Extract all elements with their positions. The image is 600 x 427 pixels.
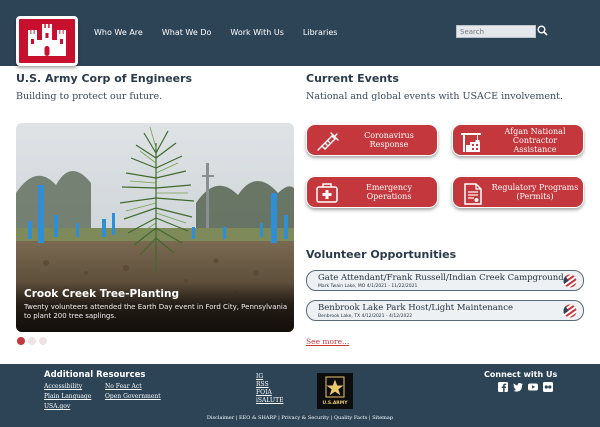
- site-footer: Additional Resources Accessibility Plain…: [0, 364, 600, 427]
- footer-link-accessibility[interactable]: Accessibility: [44, 383, 82, 390]
- permit-document-icon: [464, 183, 482, 205]
- events-tagline: National and global events with USACE in…: [306, 91, 563, 102]
- footer-link-usa-gov[interactable]: USA.gov: [44, 403, 70, 410]
- footer-link-ig[interactable]: IG: [256, 373, 263, 380]
- carousel-dot-2[interactable]: [28, 337, 36, 345]
- event-label: Regulatory Programs (Permits): [491, 183, 579, 201]
- flickr-icon[interactable]: [543, 382, 553, 392]
- see-more-link[interactable]: See more...: [306, 337, 349, 346]
- hero-carousel[interactable]: Crook Creek Tree-Planting Twenty volunte…: [16, 123, 294, 332]
- volunteer-item-title: Benbrook Lake Park Host/Light Maintenanc…: [318, 303, 514, 313]
- volunteer-title: Volunteer Opportunities: [306, 248, 457, 261]
- carousel-dot-1[interactable]: [17, 337, 25, 345]
- coronavirus-response-button[interactable]: Coronavirus Response: [306, 124, 438, 156]
- site-tagline: Building to protect our future.: [16, 91, 163, 102]
- usace-castle-logo[interactable]: [16, 16, 78, 66]
- nav-work-with-us[interactable]: Work With Us: [230, 28, 284, 37]
- hero-description: Twenty volunteers attended the Earth Day…: [24, 303, 288, 320]
- footer-link-rss[interactable]: RSS: [256, 381, 269, 388]
- volunteer-item-gate-attendant[interactable]: Gate Attendant/Frank Russell/Indian Cree…: [306, 270, 584, 291]
- crane-building-icon: [461, 133, 481, 152]
- search-icon[interactable]: [537, 25, 548, 36]
- carousel-dot-3[interactable]: [39, 337, 47, 345]
- footer-link-isalute[interactable]: iSALUTE: [256, 397, 283, 404]
- volunteer-item-subtitle: Benbrook Lake, TX 4/12/2021 - 4/12/2022: [318, 314, 413, 319]
- youtube-icon[interactable]: [528, 382, 538, 392]
- footer-link-foia[interactable]: FOIA: [256, 389, 272, 396]
- nav-who-we-are[interactable]: Who We Are: [94, 28, 143, 37]
- facebook-icon[interactable]: [498, 382, 508, 392]
- us-flag-icon: [563, 304, 577, 318]
- footer-legal-links[interactable]: Disclaimer | EEO & SHARP | Privacy & Sec…: [0, 415, 600, 421]
- event-label: Coronavirus Response: [364, 131, 414, 149]
- volunteer-item-title: Gate Attendant/Frank Russell/Indian Cree…: [318, 273, 564, 283]
- syringe-icon: [317, 132, 339, 151]
- footer-link-no-fear-act[interactable]: No Fear Act: [105, 383, 142, 390]
- emergency-operations-button[interactable]: Emergency Operations: [306, 176, 438, 208]
- afgan-contractor-assistance-button[interactable]: Afgan National Contractor Assistance: [452, 124, 584, 156]
- us-army-logo[interactable]: U.S.ARMY: [317, 373, 353, 409]
- footer-link-open-government[interactable]: Open Government: [105, 393, 161, 400]
- us-army-label: U.S.ARMY: [322, 401, 348, 406]
- site-title: U.S. Army Corp of Engineers: [16, 72, 193, 85]
- regulatory-programs-button[interactable]: Regulatory Programs (Permits): [452, 176, 584, 208]
- twitter-icon[interactable]: [513, 382, 523, 392]
- site-header: Who We Are What We Do Work With Us Libra…: [0, 0, 600, 66]
- resources-title: Additional Resources: [44, 370, 146, 380]
- castle-icon: [28, 24, 66, 56]
- carousel-dots: [17, 337, 47, 345]
- nav-libraries[interactable]: Libraries: [303, 28, 338, 37]
- nav-what-we-do[interactable]: What We Do: [162, 28, 212, 37]
- event-label: Afgan National Contractor Assistance: [504, 126, 566, 154]
- volunteer-item-subtitle: Mark Twain Lake, MO 4/1/2021 - 11/22/202…: [318, 284, 418, 289]
- connect-title: Connect with Us: [484, 370, 558, 379]
- search-input[interactable]: [456, 25, 536, 38]
- events-title: Current Events: [306, 72, 399, 85]
- volunteer-item-park-host[interactable]: Benbrook Lake Park Host/Light Maintenanc…: [306, 300, 584, 321]
- main-nav: Who We Are What We Do Work With Us Libra…: [94, 28, 356, 37]
- footer-link-plain-language[interactable]: Plain Language: [44, 393, 91, 400]
- event-label: Emergency Operations: [366, 183, 412, 201]
- us-flag-icon: [563, 274, 577, 288]
- first-aid-kit-icon: [316, 183, 338, 203]
- hero-title: Crook Creek Tree-Planting: [24, 288, 179, 300]
